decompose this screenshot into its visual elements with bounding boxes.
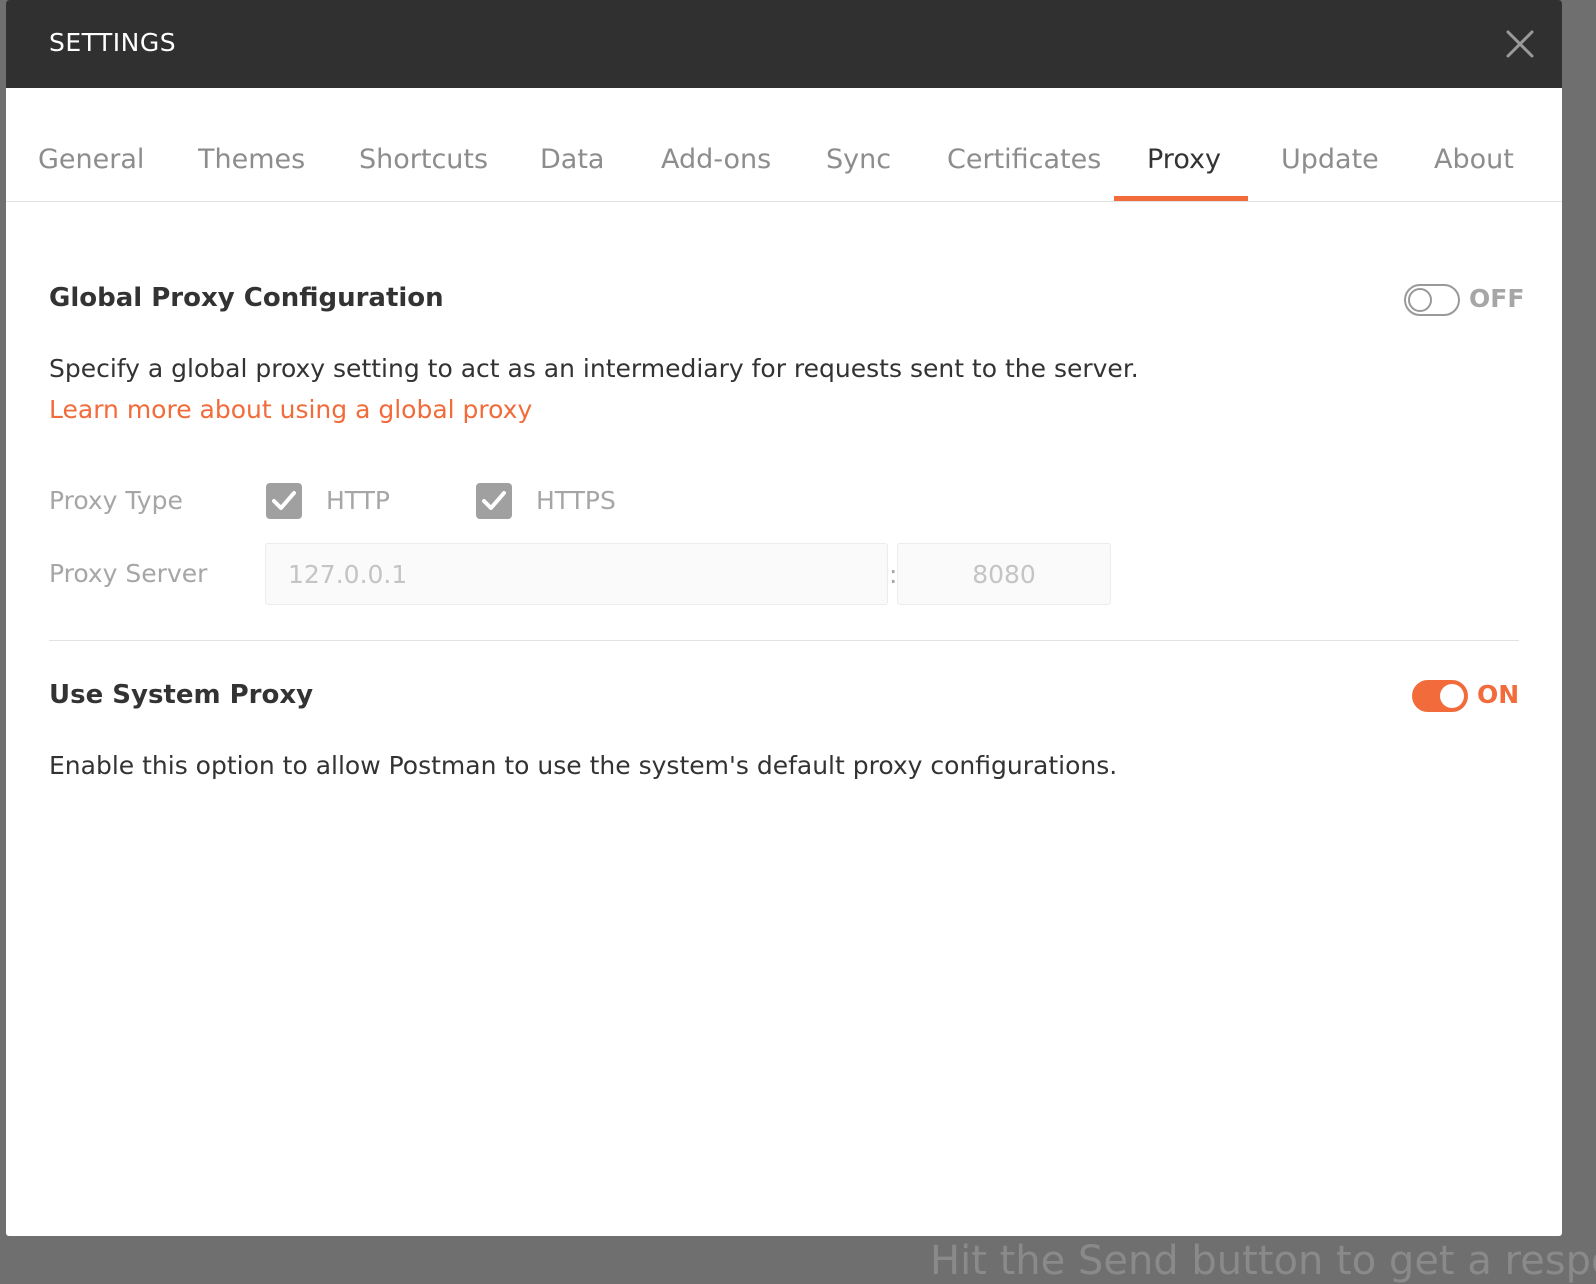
- check-icon: [272, 491, 296, 510]
- tab-update[interactable]: Update: [1281, 144, 1379, 175]
- system-proxy-toggle[interactable]: [1412, 680, 1468, 712]
- modal-title: SETTINGS: [49, 28, 177, 57]
- global-proxy-toggle[interactable]: [1404, 284, 1460, 316]
- section-divider: [49, 640, 1519, 641]
- proxy-server-label: Proxy Server: [49, 559, 208, 588]
- tab-data[interactable]: Data: [540, 144, 604, 175]
- toggle-knob: [1440, 684, 1464, 708]
- global-proxy-description: Specify a global proxy setting to act as…: [49, 354, 1139, 383]
- close-icon[interactable]: [1502, 26, 1538, 62]
- proxy-server-input[interactable]: [265, 543, 888, 605]
- tab-certificates[interactable]: Certificates: [947, 144, 1101, 175]
- system-proxy-description: Enable this option to allow Postman to u…: [49, 751, 1118, 780]
- tab-about[interactable]: About: [1434, 144, 1514, 175]
- system-proxy-title: Use System Proxy: [49, 680, 314, 710]
- https-checkbox[interactable]: [476, 483, 512, 519]
- global-proxy-title: Global Proxy Configuration: [49, 283, 444, 313]
- tab-sync[interactable]: Sync: [826, 144, 891, 175]
- tab-proxy[interactable]: Proxy: [1147, 144, 1221, 175]
- tab-add-ons[interactable]: Add-ons: [661, 144, 771, 175]
- system-proxy-toggle-label: ON: [1477, 680, 1520, 709]
- tab-themes[interactable]: Themes: [198, 144, 305, 175]
- tab-general[interactable]: General: [38, 144, 144, 175]
- modal-header: SETTINGS: [6, 0, 1562, 88]
- backdrop-hint-text: Hit the Send button to get a respons: [930, 1238, 1596, 1284]
- check-icon: [482, 491, 506, 510]
- active-tab-indicator: [1114, 196, 1248, 201]
- proxy-type-label: Proxy Type: [49, 486, 183, 515]
- learn-more-link[interactable]: Learn more about using a global proxy: [49, 395, 532, 424]
- settings-tabs: General Themes Shortcuts Data Add-ons Sy…: [6, 88, 1562, 202]
- http-checkbox[interactable]: [266, 483, 302, 519]
- settings-modal: SETTINGS General Themes Shortcuts Data A…: [6, 0, 1562, 1236]
- toggle-knob: [1408, 288, 1432, 312]
- http-label: HTTP: [326, 486, 390, 515]
- https-label: HTTPS: [536, 486, 616, 515]
- tab-shortcuts[interactable]: Shortcuts: [359, 144, 488, 175]
- proxy-port-input[interactable]: [897, 543, 1111, 605]
- global-proxy-toggle-label: OFF: [1469, 284, 1525, 313]
